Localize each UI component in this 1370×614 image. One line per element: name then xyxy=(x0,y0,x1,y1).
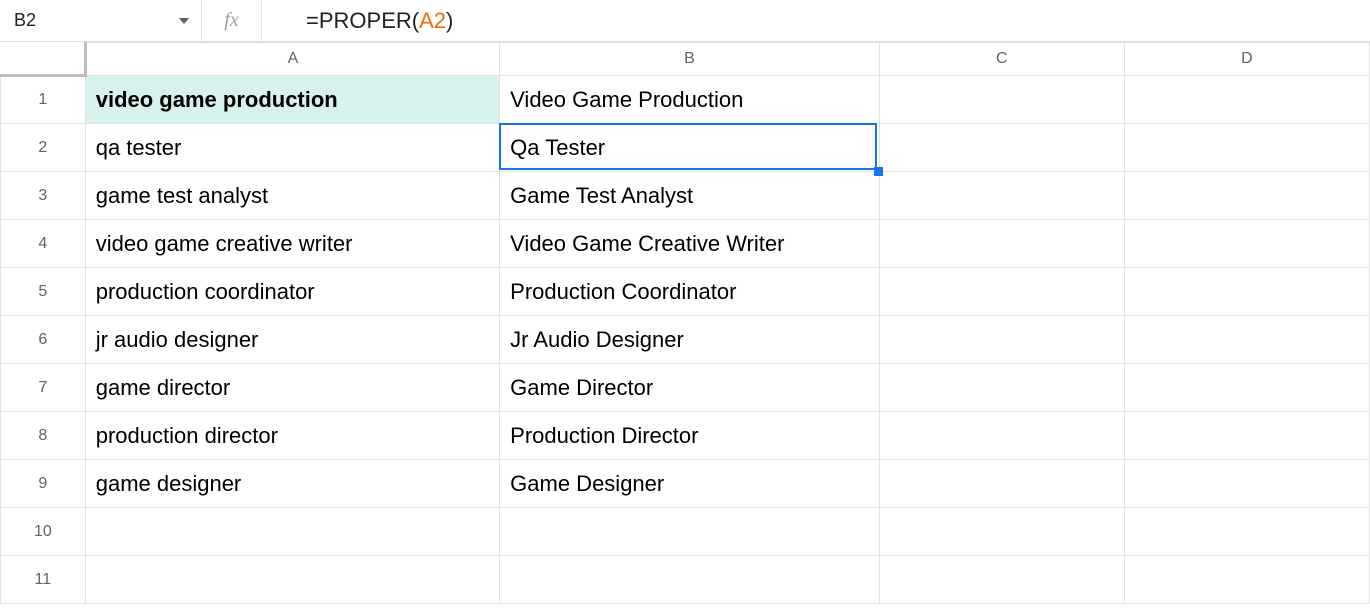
column-header-C[interactable]: C xyxy=(879,43,1124,76)
row-header-3[interactable]: 3 xyxy=(1,172,86,220)
name-box-dropdown-icon[interactable] xyxy=(172,0,202,41)
column-header-A[interactable]: A xyxy=(85,43,499,76)
cell-A9[interactable]: game designer xyxy=(85,460,499,508)
cell-D8[interactable] xyxy=(1124,412,1369,460)
row-header-6[interactable]: 6 xyxy=(1,316,86,364)
cell-D1[interactable] xyxy=(1124,76,1369,124)
table-row: 2 qa tester Qa Tester xyxy=(1,124,1370,172)
table-row: 1 video game production Video Game Produ… xyxy=(1,76,1370,124)
cell-A7[interactable]: game director xyxy=(85,364,499,412)
table-row: 9 game designer Game Designer xyxy=(1,460,1370,508)
row-header-2[interactable]: 2 xyxy=(1,124,86,172)
spreadsheet-grid[interactable]: A B C D 1 video game production Video Ga… xyxy=(0,42,1370,604)
cell-A1[interactable]: video game production xyxy=(85,76,499,124)
cell-C5[interactable] xyxy=(879,268,1124,316)
column-header-row: A B C D xyxy=(1,43,1370,76)
formula-open-paren: ( xyxy=(412,8,419,34)
cell-D4[interactable] xyxy=(1124,220,1369,268)
cell-D3[interactable] xyxy=(1124,172,1369,220)
table-row: 11 xyxy=(1,556,1370,604)
cell-B7[interactable]: Game Director xyxy=(500,364,880,412)
cell-D2[interactable] xyxy=(1124,124,1369,172)
cell-D6[interactable] xyxy=(1124,316,1369,364)
cell-B4[interactable]: Video Game Creative Writer xyxy=(500,220,880,268)
cell-A3[interactable]: game test analyst xyxy=(85,172,499,220)
cell-D11[interactable] xyxy=(1124,556,1369,604)
row-header-1[interactable]: 1 xyxy=(1,76,86,124)
table-row: 6 jr audio designer Jr Audio Designer xyxy=(1,316,1370,364)
cell-A2[interactable]: qa tester xyxy=(85,124,499,172)
cell-C6[interactable] xyxy=(879,316,1124,364)
row-header-9[interactable]: 9 xyxy=(1,460,86,508)
row-header-7[interactable]: 7 xyxy=(1,364,86,412)
row-header-8[interactable]: 8 xyxy=(1,412,86,460)
cell-D5[interactable] xyxy=(1124,268,1369,316)
cell-B8[interactable]: Production Director xyxy=(500,412,880,460)
cell-A8[interactable]: production director xyxy=(85,412,499,460)
table-row: 5 production coordinator Production Coor… xyxy=(1,268,1370,316)
cell-B6[interactable]: Jr Audio Designer xyxy=(500,316,880,364)
row-header-4[interactable]: 4 xyxy=(1,220,86,268)
cell-B10[interactable] xyxy=(500,508,880,556)
cell-B2[interactable]: Qa Tester xyxy=(500,124,880,172)
select-all-corner[interactable] xyxy=(1,43,86,76)
row-header-5[interactable]: 5 xyxy=(1,268,86,316)
cell-B3[interactable]: Game Test Analyst xyxy=(500,172,880,220)
table-row: 8 production director Production Directo… xyxy=(1,412,1370,460)
cell-A11[interactable] xyxy=(85,556,499,604)
cell-B11[interactable] xyxy=(500,556,880,604)
cell-D9[interactable] xyxy=(1124,460,1369,508)
fx-label: fx xyxy=(202,0,262,41)
cell-C4[interactable] xyxy=(879,220,1124,268)
cell-D10[interactable] xyxy=(1124,508,1369,556)
name-box[interactable]: B2 xyxy=(0,0,172,41)
cell-C9[interactable] xyxy=(879,460,1124,508)
table-row: 10 xyxy=(1,508,1370,556)
table-row: 4 video game creative writer Video Game … xyxy=(1,220,1370,268)
cell-A6[interactable]: jr audio designer xyxy=(85,316,499,364)
formula-prefix: =PROPER xyxy=(306,8,412,34)
column-header-D[interactable]: D xyxy=(1124,43,1369,76)
cell-C11[interactable] xyxy=(879,556,1124,604)
cell-B5[interactable]: Production Coordinator xyxy=(500,268,880,316)
cell-B9[interactable]: Game Designer xyxy=(500,460,880,508)
column-header-B[interactable]: B xyxy=(500,43,880,76)
cell-B1[interactable]: Video Game Production xyxy=(500,76,880,124)
cell-A5[interactable]: production coordinator xyxy=(85,268,499,316)
active-cell-fill-handle[interactable] xyxy=(874,167,883,176)
formula-input[interactable]: =PROPER(A2) xyxy=(262,0,1370,41)
cell-C7[interactable] xyxy=(879,364,1124,412)
cell-C1[interactable] xyxy=(879,76,1124,124)
row-header-10[interactable]: 10 xyxy=(1,508,86,556)
cell-D7[interactable] xyxy=(1124,364,1369,412)
cell-A4[interactable]: video game creative writer xyxy=(85,220,499,268)
cell-C10[interactable] xyxy=(879,508,1124,556)
row-header-11[interactable]: 11 xyxy=(1,556,86,604)
formula-cell-ref: A2 xyxy=(419,8,446,34)
cell-C3[interactable] xyxy=(879,172,1124,220)
cell-C2[interactable] xyxy=(879,124,1124,172)
table-row: 7 game director Game Director xyxy=(1,364,1370,412)
table-row: 3 game test analyst Game Test Analyst xyxy=(1,172,1370,220)
formula-bar: B2 fx =PROPER(A2) xyxy=(0,0,1370,42)
cell-A10[interactable] xyxy=(85,508,499,556)
cell-C8[interactable] xyxy=(879,412,1124,460)
formula-close-paren: ) xyxy=(446,8,453,34)
